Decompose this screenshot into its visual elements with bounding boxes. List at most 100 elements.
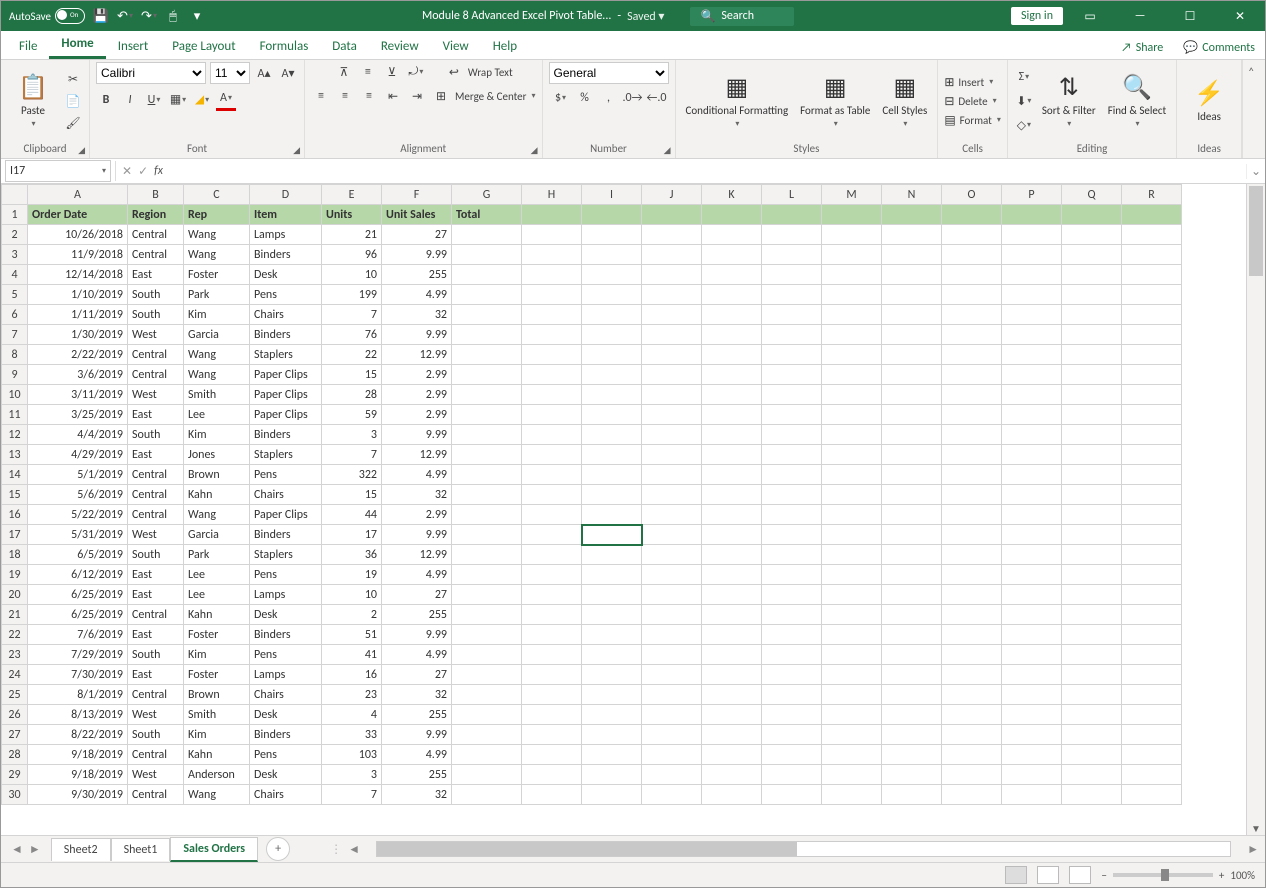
cell[interactable] — [942, 265, 1002, 285]
cell[interactable] — [1062, 745, 1122, 765]
row-header[interactable]: 3 — [2, 245, 28, 265]
italic-button[interactable]: I — [120, 90, 140, 110]
decrease-indent-icon[interactable]: ⇤ — [383, 86, 403, 106]
cell[interactable] — [1062, 725, 1122, 745]
cell[interactable]: 1/10/2019 — [28, 285, 128, 305]
cell[interactable]: Jones — [184, 445, 250, 465]
cell[interactable] — [762, 505, 822, 525]
cell[interactable] — [822, 225, 882, 245]
cell[interactable]: Desk — [250, 265, 322, 285]
hscroll-left-icon[interactable]: ◄ — [342, 842, 366, 857]
cell[interactable] — [582, 525, 642, 545]
cell[interactable] — [942, 565, 1002, 585]
cell[interactable] — [522, 385, 582, 405]
cell[interactable] — [582, 505, 642, 525]
cell[interactable] — [642, 585, 702, 605]
cell[interactable] — [702, 465, 762, 485]
column-header[interactable]: I — [582, 185, 642, 205]
cell[interactable] — [822, 705, 882, 725]
row-header[interactable]: 12 — [2, 425, 28, 445]
cell[interactable] — [452, 645, 522, 665]
touch-mode-icon[interactable]: 🖱 — [165, 8, 181, 24]
cell[interactable] — [702, 585, 762, 605]
cell[interactable]: South — [128, 725, 184, 745]
fill-button[interactable]: ⬇▾ — [1014, 91, 1034, 111]
cell[interactable] — [452, 485, 522, 505]
cell[interactable] — [882, 485, 942, 505]
cell[interactable]: Binders — [250, 625, 322, 645]
ideas-button[interactable]: ⚡Ideas — [1183, 77, 1235, 125]
tab-page-layout[interactable]: Page Layout — [160, 33, 247, 59]
cell[interactable]: 3 — [322, 765, 382, 785]
fill-color-button[interactable]: ◢▾ — [192, 90, 212, 110]
row-header[interactable]: 21 — [2, 605, 28, 625]
cell[interactable]: Central — [128, 685, 184, 705]
table-header-cell[interactable]: Item — [250, 205, 322, 225]
row-header[interactable]: 15 — [2, 485, 28, 505]
cell[interactable]: Kim — [184, 425, 250, 445]
cell[interactable] — [522, 285, 582, 305]
cell[interactable] — [522, 585, 582, 605]
cell[interactable] — [762, 605, 822, 625]
cell[interactable] — [702, 485, 762, 505]
cell[interactable] — [942, 465, 1002, 485]
cell[interactable] — [1122, 425, 1182, 445]
cell[interactable] — [942, 405, 1002, 425]
tab-insert[interactable]: Insert — [106, 33, 161, 59]
cell[interactable] — [702, 705, 762, 725]
format-painter-button[interactable]: 🖌 — [63, 113, 83, 133]
cell[interactable] — [822, 445, 882, 465]
cell[interactable] — [452, 725, 522, 745]
cell[interactable] — [762, 325, 822, 345]
cut-button[interactable]: ✂ — [63, 69, 83, 89]
table-header-cell[interactable] — [822, 205, 882, 225]
cell[interactable] — [822, 765, 882, 785]
cell[interactable]: Central — [128, 605, 184, 625]
cell[interactable] — [1062, 785, 1122, 805]
cell[interactable]: 32 — [382, 785, 452, 805]
formula-input[interactable] — [169, 161, 1246, 181]
row-header[interactable]: 1 — [2, 205, 28, 225]
cell[interactable]: Lee — [184, 565, 250, 585]
cell[interactable] — [452, 665, 522, 685]
cell[interactable]: 17 — [322, 525, 382, 545]
cell[interactable] — [1122, 565, 1182, 585]
cell[interactable]: Garcia — [184, 525, 250, 545]
cell[interactable]: 32 — [382, 485, 452, 505]
paste-button[interactable]: 📋Paste▾ — [7, 71, 59, 131]
cell[interactable] — [522, 545, 582, 565]
cell[interactable]: Staplers — [250, 545, 322, 565]
comments-button[interactable]: 💬 Comments — [1173, 36, 1265, 59]
hscroll-right-icon[interactable]: ► — [1241, 842, 1265, 857]
cell[interactable] — [762, 645, 822, 665]
column-header[interactable]: Q — [1062, 185, 1122, 205]
cell[interactable] — [882, 225, 942, 245]
zoom-slider[interactable] — [1113, 873, 1213, 877]
row-header[interactable]: 16 — [2, 505, 28, 525]
cell[interactable] — [882, 705, 942, 725]
cell[interactable] — [1122, 745, 1182, 765]
cell[interactable] — [582, 765, 642, 785]
cell[interactable] — [582, 465, 642, 485]
cell[interactable]: 27 — [382, 225, 452, 245]
cell[interactable] — [642, 225, 702, 245]
cell[interactable] — [452, 625, 522, 645]
cell[interactable] — [452, 345, 522, 365]
cell[interactable] — [522, 365, 582, 385]
cell[interactable] — [1122, 545, 1182, 565]
cell[interactable]: East — [128, 565, 184, 585]
cell[interactable] — [942, 725, 1002, 745]
increase-decimal-icon[interactable]: .0→ — [623, 88, 643, 108]
cell[interactable] — [582, 685, 642, 705]
cell[interactable] — [582, 545, 642, 565]
cell[interactable]: 51 — [322, 625, 382, 645]
format-cells-button[interactable]: ▤ Format ▾ — [944, 113, 1001, 128]
row-header[interactable]: 11 — [2, 405, 28, 425]
cell[interactable] — [522, 405, 582, 425]
cell[interactable] — [1062, 385, 1122, 405]
page-layout-view-icon[interactable] — [1037, 866, 1059, 884]
cell[interactable] — [1002, 465, 1062, 485]
cell[interactable]: 2.99 — [382, 365, 452, 385]
cell[interactable]: Lamps — [250, 225, 322, 245]
cell[interactable] — [1062, 265, 1122, 285]
